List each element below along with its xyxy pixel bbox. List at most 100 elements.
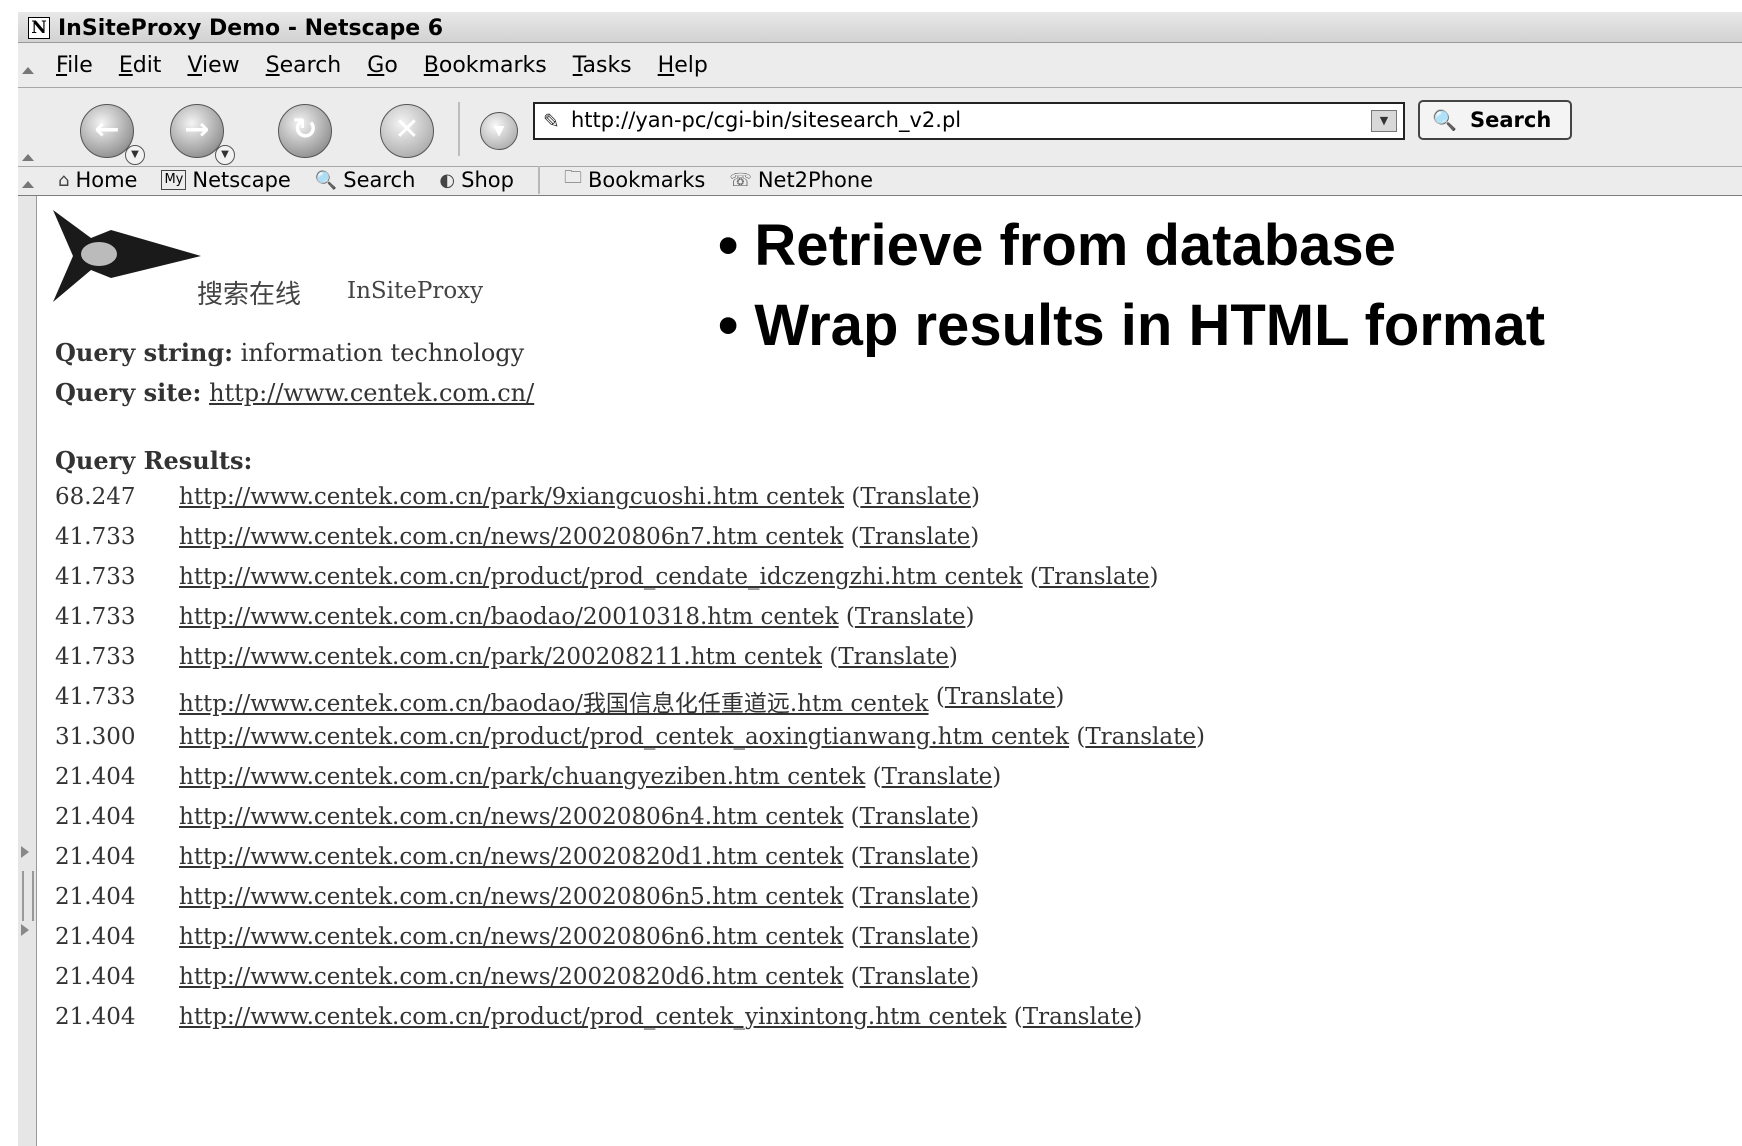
magnifier-icon: 🔍 (1432, 108, 1457, 132)
query-site-link[interactable]: http://www.centek.com.cn/ (209, 379, 534, 407)
result-row: 68.247 http://www.centek.com.cn/park/9xia… (55, 484, 1205, 524)
result-link[interactable]: http://www.centek.com.cn/baodao/20010318… (179, 604, 839, 644)
reload-icon: ↻ (292, 112, 318, 147)
toolbar-grip-icon[interactable] (22, 154, 34, 161)
result-score: 41.733 (55, 684, 136, 710)
result-score: 21.404 (55, 964, 136, 990)
result-link[interactable]: http://www.centek.com.cn/news/20020820d1… (179, 844, 843, 884)
result-link[interactable]: http://www.centek.com.cn/park/200208211.… (179, 644, 822, 684)
result-link[interactable]: http://www.centek.com.cn/news/20020820d6… (179, 964, 843, 1004)
translate-link[interactable]: Translate (1039, 564, 1150, 604)
translate-close-paren: ) (970, 924, 980, 950)
stop-button[interactable]: ✕ (380, 104, 434, 158)
result-score: 21.404 (55, 844, 136, 870)
translate-link[interactable]: Translate (945, 684, 1056, 724)
url-field[interactable]: ✎ http://yan-pc/cgi-bin/sitesearch_v2.pl… (533, 102, 1405, 140)
result-link[interactable]: http://www.centek.com.cn/park/chuangyezi… (179, 764, 865, 804)
translate-link[interactable]: Translate (860, 964, 971, 1004)
result-link[interactable]: http://www.centek.com.cn/product/prod_ce… (179, 1004, 1006, 1044)
toolbar-grip-icon[interactable] (22, 181, 34, 188)
bookmarks-link[interactable]: 🗀 Bookmarks (564, 165, 705, 195)
result-score: 21.404 (55, 1004, 136, 1030)
translate-link[interactable]: Translate (1085, 724, 1196, 764)
net2phone-icon: ☏ (729, 169, 752, 191)
translate-open-paren: ( (843, 884, 860, 910)
home-link[interactable]: ⌂ Home (58, 168, 137, 192)
result-score: 21.404 (55, 924, 136, 950)
back-history-dropdown-icon[interactable]: ▼ (125, 145, 145, 165)
reload-button[interactable]: ↻ (278, 104, 332, 158)
result-link[interactable]: http://www.centek.com.cn/news/20020806n4… (179, 804, 843, 844)
sidebar-expand-icon[interactable] (21, 846, 29, 858)
page-proxy-icon[interactable]: ▼ (480, 112, 518, 150)
sidebar-grippy[interactable] (22, 871, 34, 921)
result-score: 41.733 (55, 524, 136, 550)
result-link[interactable]: http://www.centek.com.cn/product/prod_ce… (179, 724, 1069, 764)
result-link[interactable]: http://www.centek.com.cn/park/9xiangcuos… (179, 484, 844, 524)
search-icon: 🔍 (314, 169, 338, 191)
search-button[interactable]: 🔍 Search (1418, 100, 1572, 140)
translate-link[interactable]: Translate (1023, 1004, 1134, 1044)
query-results-heading: Query Results: (55, 446, 253, 475)
slide-bullet-2: • Wrap results in HTML format (718, 293, 1546, 358)
query-site-label: Query site: (55, 378, 202, 407)
sidebar-expand-icon[interactable] (21, 924, 29, 936)
translate-link[interactable]: Translate (860, 524, 971, 564)
translate-link[interactable]: Translate (860, 844, 971, 884)
translate-close-paren: ) (1195, 724, 1205, 750)
search-button-label: Search (1470, 108, 1552, 132)
translate-close-paren: ) (970, 484, 980, 510)
netscape-logo-icon: N (28, 17, 50, 39)
my-netscape-link[interactable]: My Netscape (161, 168, 291, 192)
forward-history-dropdown-icon[interactable]: ▼ (215, 145, 235, 165)
back-button[interactable]: ← ▼ (80, 104, 145, 165)
translate-link[interactable]: Translate (860, 884, 971, 924)
result-link[interactable]: http://www.centek.com.cn/product/prod_ce… (179, 564, 1023, 604)
url-dropdown-button[interactable]: ▼ (1371, 110, 1397, 132)
forward-button[interactable]: → ▼ (170, 104, 235, 165)
result-row: 21.404 http://www.centek.com.cn/news/2002… (55, 804, 1205, 844)
menu-search[interactable]: Search (266, 53, 342, 78)
result-score: 41.733 (55, 604, 136, 630)
translate-link[interactable]: Translate (855, 604, 966, 644)
result-row: 21.404 http://www.centek.com.cn/product/p… (55, 1004, 1205, 1044)
translate-open-paren: ( (844, 484, 861, 510)
shop-link[interactable]: ◐ Shop (439, 168, 514, 192)
result-row: 41.733 http://www.centek.com.cn/baodao/20… (55, 604, 1205, 644)
translate-link[interactable]: Translate (838, 644, 949, 684)
result-link[interactable]: http://www.centek.com.cn/news/20020806n5… (179, 884, 843, 924)
folder-icon: 🗀 (563, 167, 582, 188)
toolbar-separator (458, 102, 460, 156)
netscape-label: Netscape (192, 168, 291, 192)
translate-link[interactable]: Translate (860, 804, 971, 844)
search-link[interactable]: 🔍 Search (315, 168, 416, 192)
translate-link[interactable]: Translate (882, 764, 993, 804)
translate-close-paren: ) (970, 844, 980, 870)
translate-link[interactable]: Translate (860, 484, 971, 524)
sidebar-gutter[interactable] (18, 196, 37, 1146)
result-row: 41.733 http://www.centek.com.cn/news/2002… (55, 524, 1205, 564)
stop-icon: ✕ (394, 112, 420, 147)
result-row: 21.404 http://www.centek.com.cn/news/2002… (55, 964, 1205, 1004)
menu-bookmarks[interactable]: Bookmarks (424, 53, 547, 78)
search-label: Search (343, 168, 416, 192)
result-link[interactable]: http://www.centek.com.cn/news/20020806n6… (179, 924, 843, 964)
translate-close-paren: ) (1133, 1004, 1143, 1030)
result-link[interactable]: http://www.centek.com.cn/baodao/我国信息化任重道… (179, 684, 929, 724)
menu-view[interactable]: View (187, 53, 239, 78)
menu-go[interactable]: Go (367, 53, 398, 78)
menu-tasks[interactable]: Tasks (573, 53, 632, 78)
shop-label: Shop (461, 168, 514, 192)
result-score: 21.404 (55, 804, 136, 830)
menu-file[interactable]: File (56, 53, 93, 78)
insiteproxy-logo-icon (53, 210, 201, 302)
toolbar-grip-icon[interactable] (22, 67, 34, 74)
result-row: 31.300 http://www.centek.com.cn/product/p… (55, 724, 1205, 764)
net2phone-link[interactable]: ☏ Net2Phone (729, 168, 873, 192)
result-link[interactable]: http://www.centek.com.cn/news/20020806n7… (179, 524, 843, 564)
query-string-value: information technology (240, 339, 525, 367)
result-row: 41.733 http://www.centek.com.cn/product/p… (55, 564, 1205, 604)
translate-link[interactable]: Translate (860, 924, 971, 964)
menu-edit[interactable]: Edit (119, 53, 162, 78)
menu-help[interactable]: Help (658, 53, 708, 78)
